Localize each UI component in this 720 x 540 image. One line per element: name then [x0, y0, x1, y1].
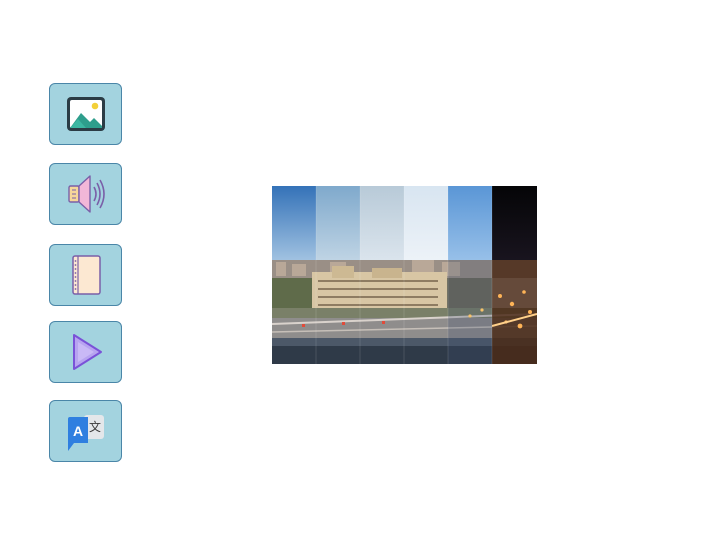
image-icon — [66, 97, 105, 131]
city-timelapse-photo — [272, 186, 537, 364]
image-button[interactable] — [49, 83, 122, 145]
video-button[interactable] — [49, 321, 122, 383]
translate-glyph-latin: A — [72, 423, 82, 439]
translate-icon: A 文 — [67, 415, 104, 451]
translate-glyph-cjk: 文 — [88, 419, 100, 434]
app-canvas: A 文 — [0, 0, 720, 540]
document-button[interactable] — [49, 244, 122, 306]
notebook-icon — [71, 255, 101, 295]
play-icon — [72, 334, 102, 370]
translate-button[interactable]: A 文 — [49, 400, 122, 462]
speaker-icon — [67, 175, 105, 213]
audio-button[interactable] — [49, 163, 122, 225]
image-preview — [272, 186, 537, 364]
